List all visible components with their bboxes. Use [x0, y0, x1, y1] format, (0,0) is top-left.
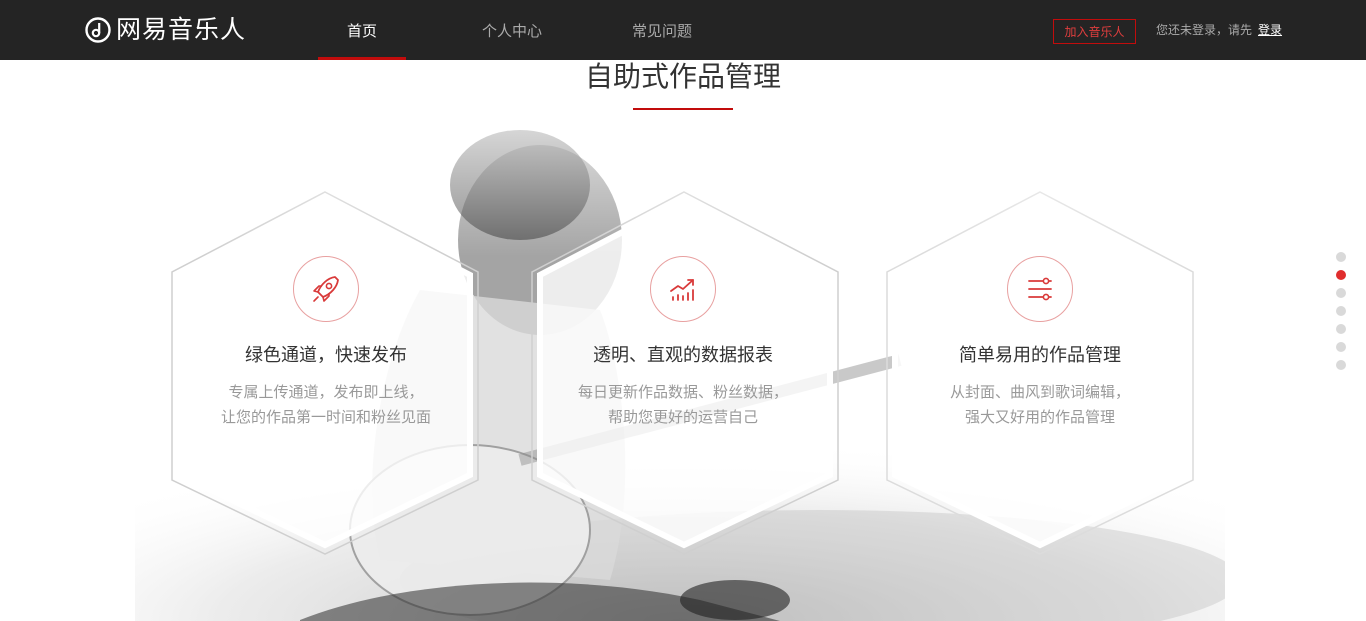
- logo[interactable]: 网易音乐人: [84, 14, 246, 46]
- pager-dot[interactable]: [1336, 342, 1346, 352]
- feature-description-line: 从封面、曲风到歌词编辑，: [949, 383, 1130, 401]
- feature-description-line: 强大又好用的作品管理: [964, 408, 1115, 426]
- tab-faq-label: 常见问题: [631, 21, 692, 40]
- feature-card-data-report: 透明、直观的数据报表 每日更新作品数据、粉丝数据， 帮助您更好的运营自己: [533, 256, 833, 430]
- feature-description: 专属上传通道，发布即上线， 让您的作品第一时间和粉丝见面: [176, 380, 476, 430]
- login-link[interactable]: 登录: [1258, 22, 1282, 38]
- chart-icon-circle: [650, 256, 716, 322]
- chart-icon: [670, 279, 694, 301]
- tab-personal-center[interactable]: 个人中心: [466, 0, 558, 60]
- pager-dot-active[interactable]: [1336, 270, 1346, 280]
- music-note-logo-icon: [85, 17, 111, 43]
- pager-dot[interactable]: [1336, 306, 1346, 316]
- join-musician-button[interactable]: 加入音乐人: [1053, 19, 1136, 44]
- title-underline: [633, 108, 733, 110]
- tab-home[interactable]: 首页: [318, 0, 406, 60]
- sliders-icon-circle: [1007, 256, 1073, 322]
- top-navigation-bar: 网易音乐人 首页 个人中心 常见问题 加入音乐人 您还未登录，请先 登录: [0, 0, 1366, 60]
- login-hint-text: 您还未登录，请先: [1156, 23, 1253, 37]
- pager-dot[interactable]: [1336, 360, 1346, 370]
- tab-home-label: 首页: [346, 21, 377, 40]
- feature-title: 简单易用的作品管理: [959, 345, 1121, 366]
- rocket-icon-circle: [293, 256, 359, 322]
- feature-description-line: 专属上传通道，发布即上线，: [228, 383, 424, 401]
- section-title: 自助式作品管理: [584, 60, 781, 93]
- feature-card-fast-publish: 绿色通道，快速发布 专属上传通道，发布即上线， 让您的作品第一时间和粉丝见面: [176, 256, 476, 430]
- feature-description-line: 每日更新作品数据、粉丝数据，: [577, 383, 788, 401]
- rocket-icon: [313, 276, 339, 302]
- logo-text: 网易音乐人: [116, 15, 247, 44]
- feature-card-work-management: 简单易用的作品管理 从封面、曲风到歌词编辑， 强大又好用的作品管理: [890, 256, 1190, 430]
- feature-description: 从封面、曲风到歌词编辑， 强大又好用的作品管理: [890, 380, 1190, 430]
- sliders-icon: [1028, 277, 1052, 301]
- pager-dot[interactable]: [1336, 324, 1346, 334]
- feature-description-line: 让您的作品第一时间和粉丝见面: [220, 408, 431, 426]
- tab-faq[interactable]: 常见问题: [616, 0, 708, 60]
- pager-dot[interactable]: [1336, 288, 1346, 298]
- feature-description: 每日更新作品数据、粉丝数据， 帮助您更好的运营自己: [533, 380, 833, 430]
- pager-dot[interactable]: [1336, 252, 1346, 262]
- feature-section: 自助式作品管理 绿色通道，快速发布 专属上传通道，发布即上线， 让您的作品第一时…: [0, 60, 1366, 621]
- tab-personal-center-label: 个人中心: [481, 21, 542, 40]
- feature-title: 绿色通道，快速发布: [245, 345, 407, 366]
- feature-title: 透明、直观的数据报表: [593, 345, 773, 366]
- section-pager: [1336, 252, 1346, 378]
- feature-description-line: 帮助您更好的运营自己: [607, 408, 758, 426]
